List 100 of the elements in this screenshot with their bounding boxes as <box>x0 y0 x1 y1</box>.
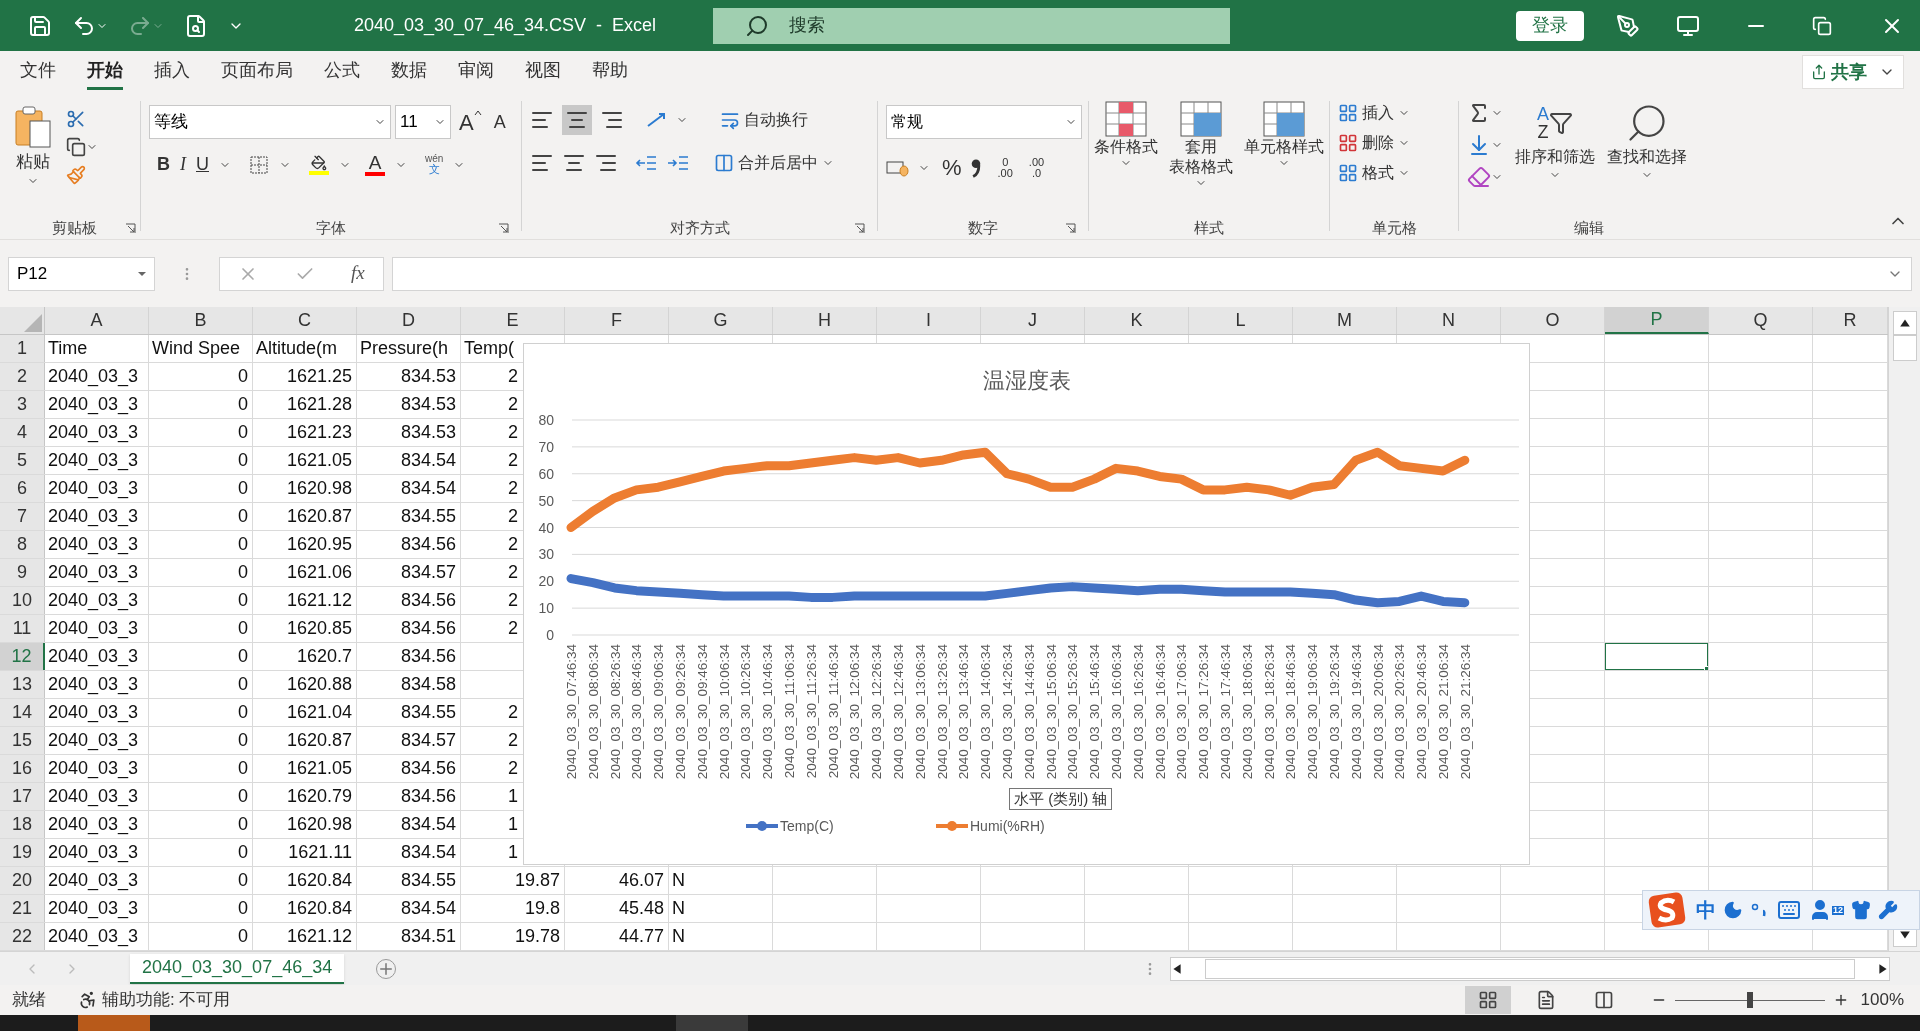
column-header[interactable]: C <box>253 307 357 334</box>
style-gallery-button[interactable]: 套用 表格格式 <box>1169 101 1233 189</box>
dialog-launcher-icon[interactable] <box>498 222 509 234</box>
column-header[interactable]: H <box>773 307 877 334</box>
cells-menu-button[interactable]: 格式 <box>1338 161 1450 185</box>
sort-filter-button[interactable]: A Z 排序和筛选 <box>1515 101 1595 181</box>
column-header[interactable]: J <box>981 307 1085 334</box>
scroll-thumb[interactable] <box>1892 335 1917 361</box>
row-header[interactable]: 5 <box>0 447 45 474</box>
menu-tab[interactable]: 数据 <box>391 54 427 90</box>
row-header[interactable]: 8 <box>0 531 45 558</box>
ime-mode[interactable]: 中 <box>1696 895 1716 925</box>
phonetic-button[interactable]: wén 文 <box>425 154 444 175</box>
column-header[interactable]: D <box>357 307 461 334</box>
pen-icon[interactable] <box>1616 13 1640 38</box>
scroll-left-icon[interactable] <box>1171 962 1183 975</box>
row-header[interactable]: 9 <box>0 559 45 586</box>
save-icon[interactable] <box>28 13 52 38</box>
dialog-launcher-icon[interactable] <box>1065 222 1076 234</box>
wrap-text-button[interactable]: 自动换行 <box>720 108 808 132</box>
column-header[interactable]: N <box>1397 307 1501 334</box>
moon-icon[interactable] <box>1723 900 1743 920</box>
menu-tab[interactable]: 公式 <box>324 54 360 90</box>
row-header[interactable]: 14 <box>0 699 45 726</box>
font-color-button[interactable]: A <box>365 153 385 176</box>
style-gallery-button[interactable]: 单元格样式 <box>1243 101 1324 169</box>
insert-function-button[interactable]: fx <box>351 259 365 288</box>
font-name-dropdown[interactable]: 等线 <box>149 105 391 139</box>
accessibility-status[interactable]: 辅助功能: 不可用 <box>102 987 231 1013</box>
row-header[interactable]: 7 <box>0 503 45 530</box>
row-header[interactable]: 18 <box>0 811 45 838</box>
vertical-scrollbar[interactable] <box>1888 307 1920 951</box>
name-box[interactable]: P12 <box>8 256 155 291</box>
paste-button[interactable]: 粘贴 <box>8 105 58 187</box>
menu-tab[interactable]: 帮助 <box>592 54 628 90</box>
scroll-up-icon[interactable] <box>1898 317 1911 329</box>
row-header[interactable]: 21 <box>0 895 45 922</box>
row-header[interactable]: 1 <box>0 335 45 362</box>
row-header[interactable]: 10 <box>0 587 45 614</box>
row-header[interactable]: 20 <box>0 867 45 894</box>
menu-tab[interactable]: 开始 <box>87 54 123 90</box>
wrench-icon[interactable] <box>1878 900 1898 920</box>
column-header[interactable]: P <box>1605 307 1709 334</box>
style-gallery-button[interactable]: 条件格式 <box>1094 101 1159 169</box>
zoom-level[interactable]: 100% <box>1860 987 1904 1013</box>
column-header[interactable]: K <box>1085 307 1189 334</box>
shrink-font-button[interactable]: A <box>489 108 510 136</box>
sign-in-button[interactable]: 登录 <box>1516 10 1584 41</box>
number-format-dropdown[interactable]: 常规 <box>886 105 1082 139</box>
column-header[interactable]: G <box>669 307 773 334</box>
underline-button[interactable]: U <box>196 151 209 178</box>
row-header[interactable]: 22 <box>0 923 45 950</box>
italic-button[interactable]: I <box>180 151 186 178</box>
shirt-icon[interactable] <box>1851 900 1871 920</box>
eraser-icon[interactable] <box>1467 165 1491 189</box>
sheet-tab[interactable]: 2040_03_30_07_46_34 <box>130 953 345 984</box>
row-header[interactable]: 16 <box>0 755 45 782</box>
cells-menu-button[interactable]: 插入 <box>1338 101 1450 125</box>
horizontal-scrollbar[interactable] <box>1170 956 1890 981</box>
menu-tab[interactable]: 审阅 <box>458 54 494 90</box>
row-header[interactable]: 6 <box>0 475 45 502</box>
zoom-thumb[interactable] <box>1746 992 1753 1008</box>
brush-icon[interactable] <box>66 165 86 185</box>
menu-tab[interactable]: 视图 <box>525 54 561 90</box>
zoom-slider[interactable] <box>1674 992 1825 1008</box>
font-size-dropdown[interactable]: 11 <box>395 105 451 139</box>
comma-icon[interactable] <box>969 157 982 178</box>
merge-center-button[interactable]: 合并后居中 <box>714 151 834 175</box>
row-header[interactable]: 12 <box>0 643 45 670</box>
column-header[interactable]: E <box>461 307 565 334</box>
cells-menu-button[interactable]: 删除 <box>1338 131 1450 155</box>
grow-font-button[interactable]: A <box>455 105 486 139</box>
scissors-icon[interactable] <box>66 109 86 129</box>
chart-area[interactable] <box>523 343 1530 865</box>
copy-icon[interactable] <box>66 137 86 157</box>
share-button[interactable]: 共享 <box>1802 55 1904 89</box>
row-header[interactable]: 13 <box>0 671 45 698</box>
active-cell[interactable] <box>1605 643 1708 670</box>
row-header[interactable]: 17 <box>0 783 45 810</box>
column-header[interactable]: F <box>565 307 669 334</box>
keyboard-icon[interactable] <box>1777 898 1801 922</box>
row-header[interactable]: 15 <box>0 727 45 754</box>
dialog-launcher-icon[interactable] <box>854 222 865 234</box>
menu-tab[interactable]: 页面布局 <box>221 54 293 90</box>
column-header[interactable]: B <box>149 307 253 334</box>
menu-tab[interactable]: 插入 <box>154 54 190 90</box>
find-select-button[interactable]: 查找和选择 <box>1607 101 1687 181</box>
column-header[interactable]: L <box>1189 307 1293 334</box>
decrease-decimal-button[interactable]: .00 .0 <box>1028 156 1045 179</box>
fill-color-button[interactable] <box>309 154 329 175</box>
restore-icon[interactable] <box>1812 15 1832 36</box>
column-header[interactable]: I <box>877 307 981 334</box>
row-header[interactable]: 3 <box>0 391 45 418</box>
menu-tab[interactable]: 文件 <box>20 54 56 90</box>
row-header[interactable]: 4 <box>0 419 45 446</box>
column-header[interactable]: Q <box>1709 307 1813 334</box>
scroll-right-icon[interactable] <box>1877 962 1889 975</box>
print-preview-icon[interactable] <box>184 13 208 38</box>
formula-input[interactable] <box>392 256 1912 291</box>
percent-button[interactable]: % <box>942 151 962 184</box>
